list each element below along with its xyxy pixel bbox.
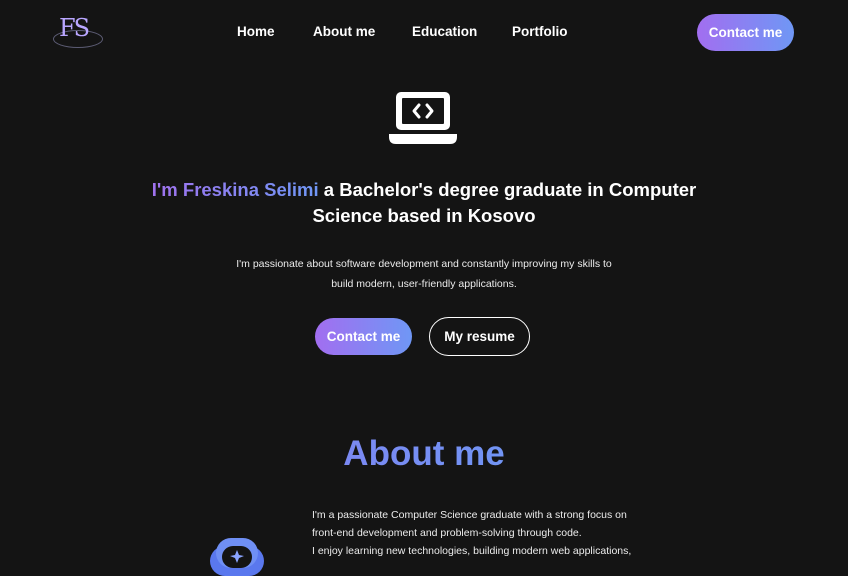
about-line-3: I enjoy learning new technologies, build… — [312, 545, 632, 557]
hero-desc-line-1: I'm passionate about software developmen… — [236, 258, 612, 270]
hero-contact-button[interactable]: Contact me — [315, 318, 412, 355]
about-line-1: I'm a passionate Computer Science gradua… — [312, 509, 627, 521]
nav-link-education[interactable]: Education — [412, 24, 477, 39]
nav-link-home[interactable]: Home — [237, 24, 275, 39]
about-heading: About me — [300, 434, 548, 474]
top-navbar: FS Home About me Education Portfolio Con… — [0, 0, 848, 66]
hero-title-line-2: Science based in Kosovo — [312, 205, 536, 226]
hero-title-line-1: a Bachelor's degree graduate in Computer — [323, 179, 697, 200]
hero-title: I'm Freskina Selimi a Bachelor's degree … — [114, 177, 734, 229]
nav-contact-button[interactable]: Contact me — [697, 14, 794, 51]
about-line-2: front-end development and problem-solvin… — [312, 527, 582, 539]
laptop-code-icon — [389, 92, 457, 144]
about-text: I'm a passionate Computer Science gradua… — [312, 506, 672, 560]
resume-button[interactable]: My resume — [429, 317, 530, 356]
hero-description: I'm passionate about software developmen… — [214, 254, 634, 294]
nav-link-about[interactable]: About me — [313, 24, 375, 39]
hero-desc-line-2: build modern, user-friendly applications… — [331, 278, 517, 290]
nav-link-portfolio[interactable]: Portfolio — [512, 24, 568, 39]
robot-avatar-icon — [210, 538, 264, 576]
hero-name: I'm Freskina Selimi — [151, 179, 319, 200]
